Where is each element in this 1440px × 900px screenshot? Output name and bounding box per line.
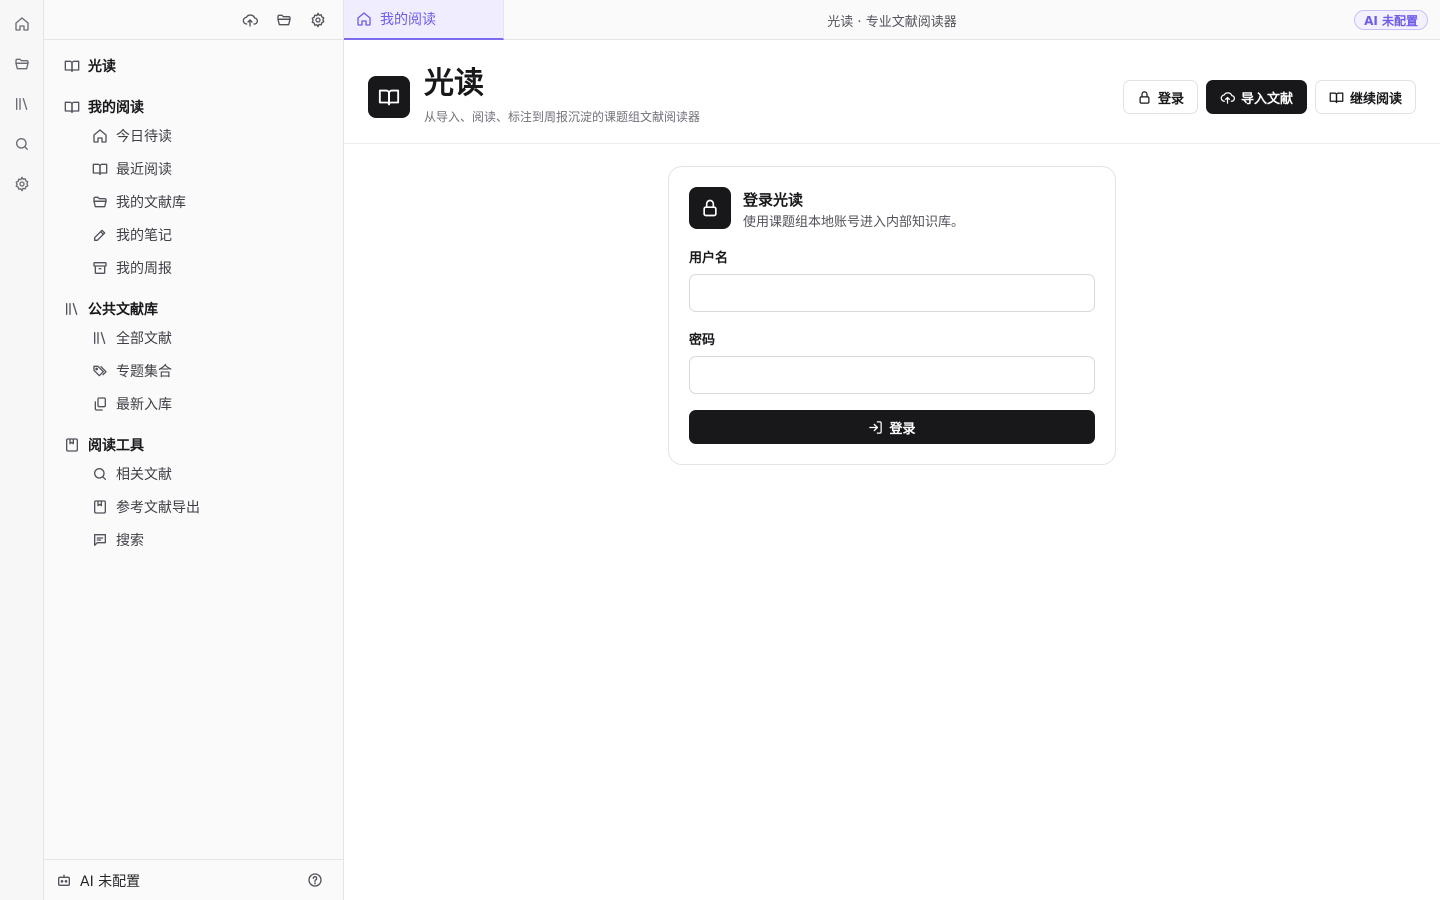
page-header: 光读 从导入、阅读、标注到周报沉淀的课题组文献阅读器 登录 导入文献 继续阅读 (344, 40, 1440, 144)
continue-reading-label: 继续阅读 (1349, 91, 1402, 107)
window-title: 光读 · 专业文献阅读器 (827, 14, 957, 30)
folder-icon[interactable] (12, 54, 32, 74)
tab-label: 我的阅读 (380, 12, 436, 28)
icon-rail (0, 0, 44, 900)
sidebar: 光读 我的阅读 今日待读 最近阅读 我的文献库 我的笔记 我的周报 公共文献库 … (44, 0, 344, 900)
library-icon (92, 330, 108, 346)
lock-icon (1137, 90, 1152, 105)
sidebar-toolbar (44, 0, 343, 40)
page-title: 光读 (424, 66, 484, 101)
ai-status-badge[interactable]: AI 未配置 (1354, 10, 1428, 30)
sidebar-item-label: 最近阅读 (116, 162, 172, 178)
sidebar-item-newest[interactable]: 最新入库 (92, 393, 172, 415)
login-card-description: 使用课题组本地账号进入内部知识库。 (743, 215, 965, 230)
tab-my-reading[interactable]: 我的阅读 (344, 0, 504, 40)
archive-icon (92, 260, 108, 276)
sidebar-item-label: 相关文献 (116, 467, 172, 483)
folder-open-icon (92, 194, 108, 210)
sidebar-item-my-library[interactable]: 我的文献库 (92, 191, 186, 213)
sidebar-item-all-papers[interactable]: 全部文献 (92, 327, 172, 349)
sidebar-item-weekly[interactable]: 我的周报 (92, 257, 172, 279)
sidebar-item-notes[interactable]: 我的笔记 (92, 224, 172, 246)
sidebar-item-label: 全部文献 (116, 331, 172, 347)
book-open-icon (378, 86, 400, 108)
sidebar-item-label: 参考文献导出 (116, 500, 200, 516)
login-card-title: 登录光读 (743, 191, 804, 209)
import-button[interactable]: 导入文献 (1206, 80, 1307, 114)
sidebar-item-label: 搜索 (116, 533, 144, 549)
sidebar-item-recent[interactable]: 最近阅读 (92, 158, 172, 180)
sidebar-item-label: 专题集合 (116, 364, 172, 380)
ai-status-label[interactable]: AI 未配置 (80, 871, 140, 891)
sidebar-section-label: 阅读工具 (88, 438, 144, 454)
tags-icon (92, 363, 108, 379)
sidebar-section-label: 我的阅读 (88, 100, 144, 116)
gear-icon[interactable] (12, 174, 32, 194)
sidebar-brand-label: 光读 (88, 59, 116, 75)
lock-icon (700, 198, 720, 218)
sidebar-item-label: 今日待读 (116, 129, 172, 145)
folder-open-icon[interactable] (274, 10, 294, 30)
login-submit-button[interactable]: 登录 (689, 410, 1095, 444)
login-button[interactable]: 登录 (1123, 80, 1198, 114)
home-icon (92, 128, 108, 144)
app-logo (368, 76, 410, 118)
upload-icon (1220, 90, 1235, 105)
sidebar-item-today[interactable]: 今日待读 (92, 125, 172, 147)
copy-icon (92, 396, 108, 412)
sidebar-brand[interactable]: 光读 (64, 55, 116, 77)
robot-icon (56, 872, 72, 888)
sidebar-section-reading-tools[interactable]: 阅读工具 (64, 434, 144, 456)
sidebar-item-citation-export[interactable]: 参考文献导出 (92, 496, 200, 518)
sidebar-section-label: 公共文献库 (88, 302, 158, 318)
search-icon (92, 466, 108, 482)
card-lock-badge (689, 187, 731, 229)
library-icon[interactable] (12, 94, 32, 114)
bookmark-book-icon (92, 499, 108, 515)
sidebar-item-label: 最新入库 (116, 397, 172, 413)
pencil-icon (92, 227, 108, 243)
login-submit-label: 登录 (889, 421, 916, 437)
book-open-icon (64, 99, 80, 115)
book-open-icon (92, 161, 108, 177)
sidebar-footer: AI 未配置 (44, 859, 343, 900)
top-bar: 我的阅读 光读 · 专业文献阅读器 AI 未配置 (344, 0, 1440, 40)
username-label: 用户名 (689, 251, 729, 266)
help-icon[interactable] (307, 872, 323, 888)
username-field[interactable] (689, 274, 1095, 312)
gear-icon[interactable] (308, 10, 328, 30)
login-card: 登录光读 使用课题组本地账号进入内部知识库。 用户名 密码 登录 (668, 166, 1116, 465)
sidebar-item-label: 我的周报 (116, 261, 172, 277)
home-icon (356, 11, 372, 27)
sidebar-section-public-library[interactable]: 公共文献库 (64, 298, 158, 320)
sidebar-item-collections[interactable]: 专题集合 (92, 360, 172, 382)
upload-icon[interactable] (240, 10, 260, 30)
password-field[interactable] (689, 356, 1095, 394)
home-icon[interactable] (12, 14, 32, 34)
login-button-label: 登录 (1157, 91, 1184, 107)
bookmark-book-icon (64, 437, 80, 453)
sidebar-item-related[interactable]: 相关文献 (92, 463, 172, 485)
book-open-icon (1329, 90, 1344, 105)
sidebar-section-my-reading[interactable]: 我的阅读 (64, 96, 144, 118)
import-button-label: 导入文献 (1240, 91, 1293, 107)
log-in-icon (868, 420, 883, 435)
sidebar-item-search[interactable]: 搜索 (92, 529, 144, 551)
sidebar-item-label: 我的笔记 (116, 228, 172, 244)
library-icon (64, 301, 80, 317)
search-icon[interactable] (12, 134, 32, 154)
page-subtitle: 从导入、阅读、标注到周报沉淀的课题组文献阅读器 (424, 110, 701, 124)
book-open-icon (64, 58, 80, 74)
sidebar-item-label: 我的文献库 (116, 195, 186, 211)
message-icon (92, 532, 108, 548)
continue-reading-button[interactable]: 继续阅读 (1315, 80, 1416, 114)
password-label: 密码 (689, 333, 716, 348)
